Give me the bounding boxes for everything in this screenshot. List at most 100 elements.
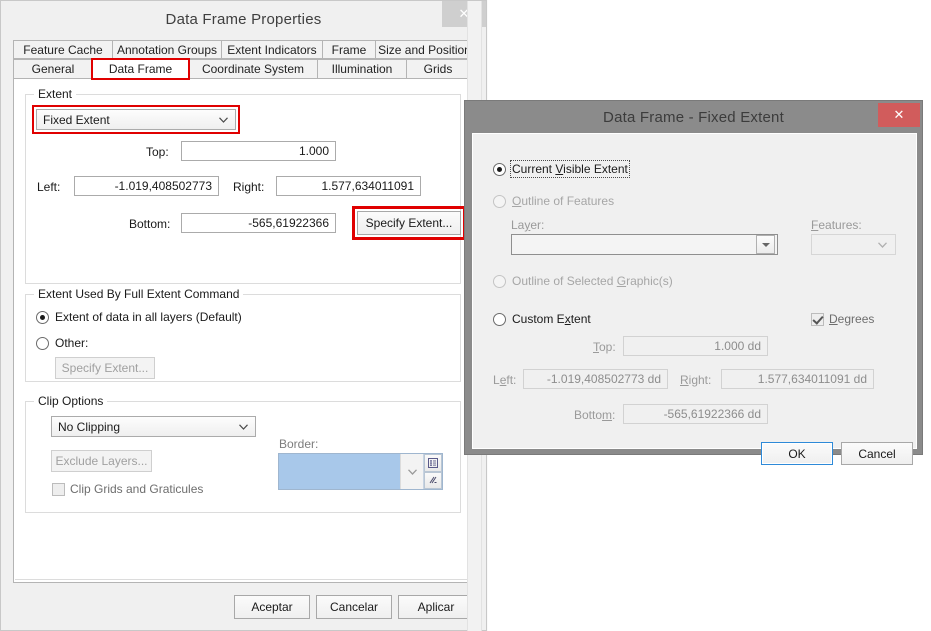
extent-top-label: Top: [146, 145, 169, 159]
extent-mode-combobox[interactable]: Fixed Extent [32, 105, 240, 134]
full-extent-group-title: Extent Used By Full Extent Command [34, 287, 244, 301]
checkbox-indicator [811, 312, 824, 326]
full-extent-group: Extent Used By Full Extent Command Exten… [25, 287, 461, 382]
apply-button[interactable]: Aplicar [398, 595, 474, 619]
ok-button[interactable]: OK [761, 442, 833, 465]
cancel-label: Cancelar [329, 600, 379, 614]
more-styles-icon[interactable] [424, 471, 442, 489]
fixed-extent-client: Current Visible Extent Outline of Featur… [472, 133, 917, 465]
custom-top-value: 1.000 dd [714, 339, 761, 353]
border-dropdown-button[interactable] [400, 454, 423, 489]
exclude-layers-label: Exclude Layers... [55, 454, 148, 468]
border-label: Border: [279, 437, 319, 451]
radio-label: Custom Extent [512, 312, 591, 326]
exclude-layers-button[interactable]: Exclude Layers... [51, 450, 152, 472]
dialog2-titlebar[interactable]: Data Frame - Fixed Extent ✕ [465, 101, 922, 133]
chevron-down-icon [407, 468, 417, 475]
chevron-down-icon [239, 423, 248, 430]
tab-illumination[interactable]: Illumination [317, 59, 407, 79]
custom-right-input[interactable]: 1.577,634011091 dd [721, 369, 874, 389]
tab-annotation-groups[interactable]: Annotation Groups [112, 40, 222, 59]
radio-indicator [36, 310, 49, 324]
degrees-label: Degrees [829, 312, 875, 326]
checkbox-indicator [52, 482, 65, 496]
custom-right-label: Right: [680, 373, 712, 387]
tab-label: Size and Position [378, 42, 471, 57]
radio-indicator [493, 274, 506, 288]
tab-extent-indicators[interactable]: Extent Indicators [221, 40, 323, 59]
clip-options-group: Clip Options No Clipping Exclude Layers.… [25, 394, 461, 513]
features-combobox[interactable] [811, 234, 896, 255]
layer-label: Layer: [511, 218, 545, 232]
cancel-button[interactable]: Cancelar [316, 595, 392, 619]
other-specify-extent-label: Specify Extent... [61, 361, 149, 375]
extent-left-input[interactable]: -1.019,408502773 [74, 176, 219, 196]
specify-extent-label: Specify Extent... [365, 216, 453, 230]
custom-bottom-input[interactable]: -565,61922366 dd [623, 404, 768, 424]
radio-extent-all-layers[interactable]: Extent of data in all layers (Default) [36, 310, 242, 324]
extent-bottom-input[interactable]: -565,61922366 [181, 213, 336, 233]
radio-current-visible-extent[interactable]: Current Visible Extent [493, 160, 630, 178]
data-frame-properties-dialog: Data Frame Properties ✕ Feature Cache An… [0, 0, 487, 631]
radio-label: Outline of Features [512, 194, 615, 208]
tab-grids[interactable]: Grids [406, 59, 470, 79]
tab-feature-cache[interactable]: Feature Cache [13, 40, 113, 59]
tab-label: Illumination [331, 62, 393, 76]
data-frame-tab-page: Extent Fixed Extent Top: 1.000 Left: -1.… [13, 78, 473, 583]
radio-outline-selected-graphics[interactable]: Outline of Selected Graphic(s) [493, 274, 673, 288]
extent-group: Extent Fixed Extent Top: 1.000 Left: -1.… [25, 87, 466, 284]
dialog2-title: Data Frame - Fixed Extent [603, 108, 784, 126]
extent-bottom-value: -565,61922366 [248, 216, 329, 230]
radio-indicator [493, 312, 506, 326]
radio-label: Current Visible Extent [510, 160, 630, 178]
dialog1-titlebar[interactable]: Data Frame Properties ✕ [1, 1, 486, 37]
radio-extent-other[interactable]: Other: [36, 336, 88, 350]
tab-label: Extent Indicators [227, 42, 317, 57]
fixed-extent-dialog: Data Frame - Fixed Extent ✕ Current Visi… [464, 100, 923, 465]
clip-grids-label: Clip Grids and Graticules [70, 482, 204, 496]
border-color-swatch[interactable] [279, 454, 400, 489]
ok-label: OK [788, 446, 806, 461]
degrees-checkbox[interactable]: Degrees [811, 312, 874, 326]
extent-top-input[interactable]: 1.000 [181, 141, 336, 161]
screen: Data Frame Properties ✕ Feature Cache An… [0, 0, 931, 631]
tab-frame[interactable]: Frame [322, 40, 376, 59]
specify-extent-button[interactable]: Specify Extent... [352, 206, 466, 240]
button-separator [15, 579, 471, 580]
tab-data-frame[interactable]: Data Frame [91, 58, 190, 80]
clip-mode-combobox[interactable]: No Clipping [51, 416, 256, 437]
tab-coordinate-system[interactable]: Coordinate System [188, 59, 318, 79]
extent-right-value: 1.577,634011091 [321, 179, 414, 193]
close-icon[interactable]: ✕ [878, 103, 920, 127]
dropdown-arrow-button[interactable] [756, 235, 775, 254]
tab-label: Coordinate System [201, 62, 305, 76]
tab-row-upper: Feature Cache Annotation Groups Extent I… [13, 40, 474, 59]
extent-bottom-label: Bottom: [129, 217, 171, 231]
palette-icon[interactable] [424, 454, 442, 472]
dialog2-cancel-button[interactable]: Cancel [841, 442, 913, 465]
radio-outline-of-features[interactable]: Outline of Features [493, 194, 614, 208]
extent-right-input[interactable]: 1.577,634011091 [276, 176, 421, 196]
radio-indicator [493, 162, 506, 176]
custom-left-input[interactable]: -1.019,408502773 dd [523, 369, 668, 389]
radio-custom-extent[interactable]: Custom Extent [493, 312, 591, 326]
layer-combobox[interactable] [511, 234, 778, 255]
close-glyph: ✕ [893, 107, 905, 123]
accept-label: Aceptar [251, 600, 293, 614]
clip-grids-checkbox[interactable]: Clip Grids and Graticules [52, 482, 203, 496]
custom-left-label: Left: [493, 373, 517, 387]
radio-label: Other: [55, 336, 89, 350]
chevron-down-icon [219, 116, 228, 123]
accept-button[interactable]: Aceptar [234, 595, 310, 619]
tab-general[interactable]: General [13, 59, 93, 79]
extent-left-label: Left: [37, 180, 61, 194]
tab-label: General [31, 62, 75, 76]
tab-size-and-position[interactable]: Size and Position [375, 40, 474, 59]
dialog1-title: Data Frame Properties [165, 10, 322, 28]
custom-bottom-label: Bottom: [574, 408, 616, 422]
custom-top-input[interactable]: 1.000 dd [623, 336, 768, 356]
more-styles-glyph [429, 476, 437, 484]
border-color-picker[interactable] [278, 453, 443, 490]
tab-label: Frame [331, 42, 367, 57]
other-specify-extent-button[interactable]: Specify Extent... [55, 357, 155, 379]
